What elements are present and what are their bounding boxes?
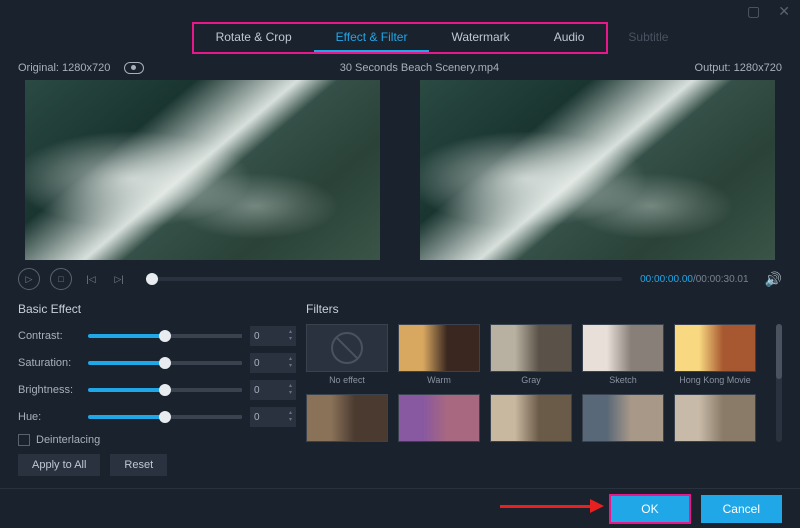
basic-effect-title: Basic Effect [18,302,296,316]
original-resolution: Original: 1280x720 [18,62,110,74]
current-time: 00:00:00.00 [640,274,693,285]
preview-toggle-icon[interactable] [124,62,144,74]
duration-time: /00:00:30.01 [693,274,749,285]
apply-to-all-button[interactable]: Apply to All [18,454,100,476]
contrast-label: Contrast: [18,330,80,342]
filter-row2-d[interactable] [582,394,664,456]
tab-subtitle[interactable]: Subtitle [606,24,690,50]
stop-button[interactable]: □ [50,268,72,290]
saturation-slider[interactable] [88,361,242,365]
reset-button[interactable]: Reset [110,454,167,476]
hue-slider[interactable] [88,415,242,419]
filter-sketch[interactable]: Sketch [582,324,664,386]
brightness-spinner[interactable]: 0 [250,380,296,400]
deinterlacing-label: Deinterlacing [36,434,100,446]
tabs-highlight-box: Rotate & Crop Effect & Filter Watermark … [192,22,609,54]
brightness-label: Brightness: [18,384,80,396]
filters-scrollbar[interactable] [776,324,782,442]
cancel-button[interactable]: Cancel [701,495,782,523]
tab-effect-filter[interactable]: Effect & Filter [314,24,430,52]
filter-warm[interactable]: Warm [398,324,480,386]
filter-row2-e[interactable] [674,394,756,456]
next-frame-button[interactable]: ▷| [110,270,128,288]
filter-gray[interactable]: Gray [490,324,572,386]
hue-spinner[interactable]: 0 [250,407,296,427]
filters-title: Filters [306,302,782,316]
saturation-spinner[interactable]: 0 [250,353,296,373]
filename-label: 30 Seconds Beach Scenery.mp4 [144,62,694,74]
brightness-slider[interactable] [88,388,242,392]
timeline-thumb[interactable] [146,273,158,285]
minimize-button[interactable]: ▢ [747,3,760,20]
hue-label: Hue: [18,411,80,423]
tab-watermark[interactable]: Watermark [429,24,531,52]
contrast-slider[interactable] [88,334,242,338]
filter-row2-c[interactable] [490,394,572,456]
saturation-label: Saturation: [18,357,80,369]
output-preview [420,80,775,260]
contrast-spinner[interactable]: 0 [250,326,296,346]
tab-rotate-crop[interactable]: Rotate & Crop [194,24,314,52]
original-preview [25,80,380,260]
timeline-slider[interactable] [146,277,622,281]
output-resolution: Output: 1280x720 [695,62,782,74]
ok-button[interactable]: OK [609,494,690,524]
volume-icon[interactable]: 🔊 [765,271,782,288]
tab-audio[interactable]: Audio [532,24,607,52]
play-button[interactable]: ▷ [18,268,40,290]
filter-hong-kong-movie[interactable]: Hong Kong Movie [674,324,756,386]
no-effect-icon [306,324,388,372]
filter-row2-b[interactable] [398,394,480,456]
annotation-arrow [500,499,604,513]
deinterlacing-checkbox[interactable] [18,434,30,446]
prev-frame-button[interactable]: |◁ [82,270,100,288]
filter-row2-a[interactable] [306,394,388,456]
close-button[interactable]: ✕ [778,3,790,20]
filter-no-effect[interactable]: No effect [306,324,388,386]
